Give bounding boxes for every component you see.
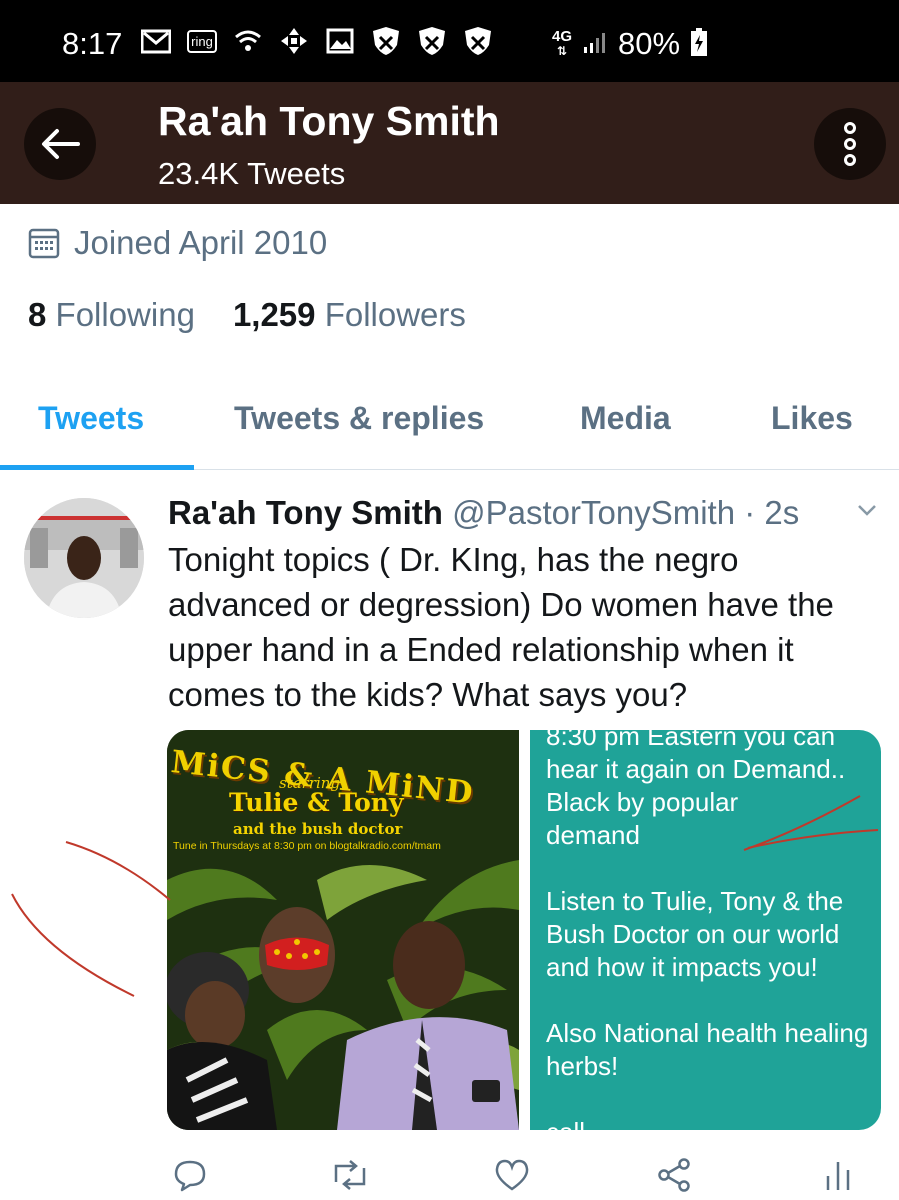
wifi-call-icon [232, 26, 264, 56]
following-label: Following [55, 296, 195, 333]
more-dot-icon [844, 122, 856, 134]
tab-media[interactable]: Media [580, 400, 671, 437]
tweet-actions [0, 1145, 899, 1200]
share-icon[interactable] [654, 1155, 694, 1195]
move-icon [278, 26, 310, 56]
followers-count: 1,259 [232, 296, 316, 333]
status-bar: 8:17 ring 4G ⇅ 80% [0, 0, 899, 82]
tab-tweets[interactable]: Tweets [38, 400, 144, 437]
more-dot-icon [844, 138, 856, 150]
follow-stats: 8 Following 1,259 Followers [28, 296, 466, 334]
battery-percent: 80% [618, 26, 681, 61]
profile-name: Ra'ah Tony Smith [158, 98, 500, 144]
tweet-header: Ra'ah Tony Smith @PastorTonySmith · 2s [168, 494, 799, 532]
poster-tune-in: Tune in Thursdays at 8:30 pm on blogtalk… [173, 840, 441, 852]
tweet-count: 23.4K Tweets [158, 156, 346, 191]
gmail-icon [140, 26, 172, 56]
red-scribble [743, 795, 879, 851]
calendar-icon [28, 228, 60, 259]
ring-label: ring [187, 29, 217, 53]
profile-tabs: Tweets Tweets & replies Media Likes [0, 370, 899, 470]
tweet-author[interactable]: Ra'ah Tony Smith [168, 494, 443, 531]
joined-date: Joined April 2010 [28, 224, 327, 262]
back-button[interactable] [24, 108, 96, 180]
reply-icon[interactable] [170, 1155, 210, 1195]
tweet-time: · 2s [744, 494, 800, 531]
tweet-text: Tonight topics ( Dr. KIng, has the negro… [168, 541, 834, 713]
back-arrow-icon [42, 129, 80, 159]
image-icon [324, 26, 356, 56]
tweet-handle[interactable]: @PastorTonySmith [452, 494, 735, 531]
chevron-down-icon[interactable] [856, 502, 878, 523]
followers-label: Followers [324, 296, 466, 333]
tweet-media-poster[interactable]: MiCS & A MiND starring Tulie & Tony and … [167, 730, 519, 1130]
network-label: 4G [552, 28, 573, 45]
signal-icon [582, 29, 608, 60]
avatar[interactable] [24, 498, 144, 618]
tweet-media-text-image[interactable]: 8:30 pm Eastern you can hear it again on… [530, 730, 881, 1130]
ring-icon: ring [186, 26, 218, 56]
data-arrows-icon: ⇅ [556, 44, 568, 58]
profile-header: Ra'ah Tony Smith 23.4K Tweets [0, 82, 899, 204]
more-options-button[interactable] [814, 108, 886, 180]
network-type-icon: 4G ⇅ [552, 29, 572, 59]
poster-subtitle: and the bush doctor [233, 820, 403, 838]
following-link[interactable]: 8 Following [28, 296, 195, 334]
joined-text: Joined April 2010 [74, 224, 328, 261]
shield-icon [370, 26, 402, 56]
tab-tweets-replies[interactable]: Tweets & replies [234, 400, 484, 437]
battery-charging-icon [690, 27, 708, 62]
following-count: 8 [28, 296, 47, 333]
status-time: 8:17 [62, 26, 123, 61]
notification-icons: ring [140, 26, 494, 56]
red-annotation [11, 841, 171, 997]
shield-icon [462, 26, 494, 56]
tab-likes[interactable]: Likes [771, 400, 853, 437]
analytics-icon[interactable] [818, 1155, 858, 1195]
poster-names: Tulie & Tony [229, 788, 404, 817]
shield-icon [416, 26, 448, 56]
like-icon[interactable] [492, 1155, 532, 1195]
system-icons: 4G ⇅ 80% [552, 26, 708, 62]
followers-link[interactable]: 1,259 Followers [233, 296, 466, 334]
more-dot-icon [844, 154, 856, 166]
retweet-icon[interactable] [330, 1155, 370, 1195]
active-tab-indicator [0, 465, 194, 470]
